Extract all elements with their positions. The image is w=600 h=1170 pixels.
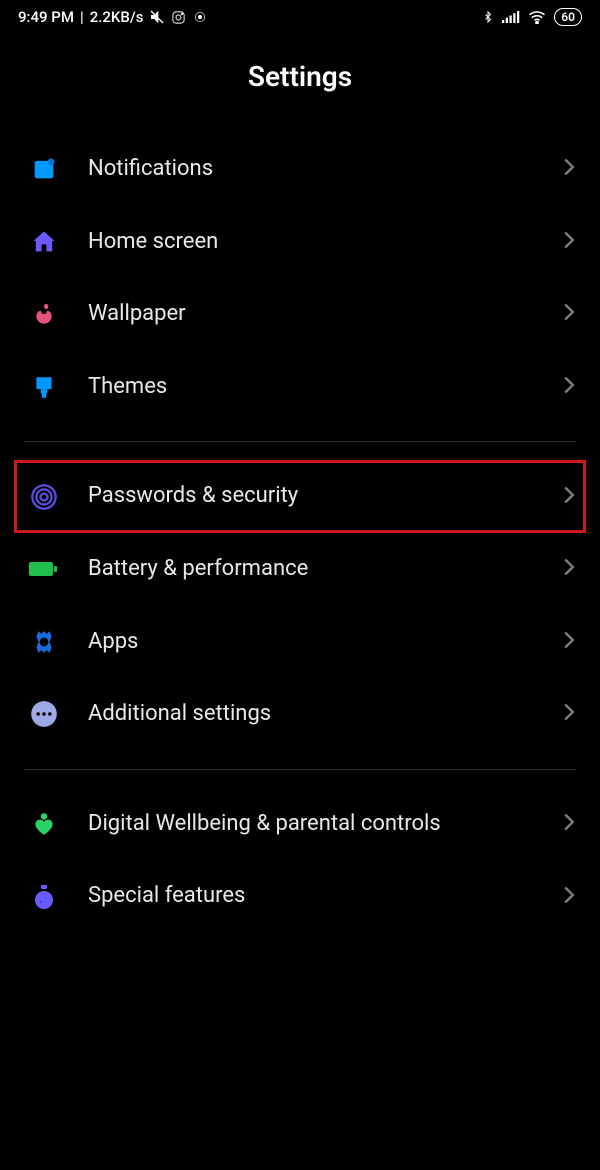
- settings-label: Home screen: [88, 228, 538, 257]
- wellbeing-icon: [24, 810, 64, 838]
- mute-icon: [149, 9, 165, 25]
- settings-item-apps[interactable]: Apps: [14, 606, 586, 679]
- settings-label: Battery & performance: [88, 555, 538, 584]
- status-left: 9:49 PM | 2.2KB/s: [18, 8, 208, 26]
- settings-label: Notifications: [88, 155, 538, 184]
- chevron-right-icon: [562, 302, 576, 326]
- apps-icon: [24, 629, 64, 655]
- special-icon: [24, 883, 64, 911]
- settings-label: Apps: [88, 628, 538, 657]
- settings-item-battery[interactable]: Battery & performance: [14, 533, 586, 606]
- chevron-right-icon: [562, 557, 576, 581]
- wifi-icon: [528, 10, 546, 24]
- settings-item-special-features[interactable]: Special features: [14, 860, 586, 933]
- fingerprint-icon: [24, 483, 64, 511]
- instagram-icon: [171, 10, 186, 25]
- chevron-right-icon: [562, 885, 576, 909]
- status-right: 60: [482, 8, 582, 26]
- chevron-right-icon: [562, 702, 576, 726]
- status-time: 9:49 PM: [18, 8, 74, 26]
- divider: [24, 441, 576, 442]
- settings-label: Passwords & security: [88, 482, 538, 511]
- notifications-icon: [24, 155, 64, 183]
- settings-item-additional[interactable]: Additional settings: [14, 678, 586, 751]
- battery-icon: [24, 559, 64, 579]
- status-bar: 9:49 PM | 2.2KB/s 60: [0, 0, 600, 30]
- settings-item-wallpaper[interactable]: Wallpaper: [14, 278, 586, 351]
- status-data-rate: 2.2KB/s: [90, 8, 144, 26]
- settings-item-digital-wellbeing[interactable]: Digital Wellbeing & parental controls: [14, 788, 586, 861]
- chevron-right-icon: [562, 485, 576, 509]
- settings-label: Additional settings: [88, 700, 538, 729]
- bluetooth-icon: [482, 9, 494, 25]
- battery-indicator: 60: [554, 8, 582, 26]
- settings-item-notifications[interactable]: Notifications: [14, 133, 586, 206]
- settings-label: Themes: [88, 373, 538, 402]
- more-icon: [24, 700, 64, 728]
- settings-label: Digital Wellbeing & parental controls: [88, 810, 538, 839]
- home-icon: [24, 228, 64, 256]
- chevron-right-icon: [562, 230, 576, 254]
- settings-list: Notifications Home screen Wallpaper Them…: [0, 133, 600, 933]
- settings-item-passwords-security[interactable]: Passwords & security: [14, 460, 586, 533]
- badge-icon: [192, 9, 208, 25]
- chevron-right-icon: [562, 812, 576, 836]
- settings-item-themes[interactable]: Themes: [14, 351, 586, 424]
- page-title: Settings: [0, 60, 600, 93]
- signal-icon: [502, 10, 520, 24]
- themes-icon: [24, 373, 64, 401]
- chevron-right-icon: [562, 630, 576, 654]
- settings-item-home-screen[interactable]: Home screen: [14, 206, 586, 279]
- wallpaper-icon: [24, 301, 64, 327]
- chevron-right-icon: [562, 375, 576, 399]
- chevron-right-icon: [562, 157, 576, 181]
- divider: [24, 769, 576, 770]
- status-sep: |: [80, 8, 84, 26]
- settings-label: Wallpaper: [88, 300, 538, 329]
- settings-label: Special features: [88, 882, 538, 911]
